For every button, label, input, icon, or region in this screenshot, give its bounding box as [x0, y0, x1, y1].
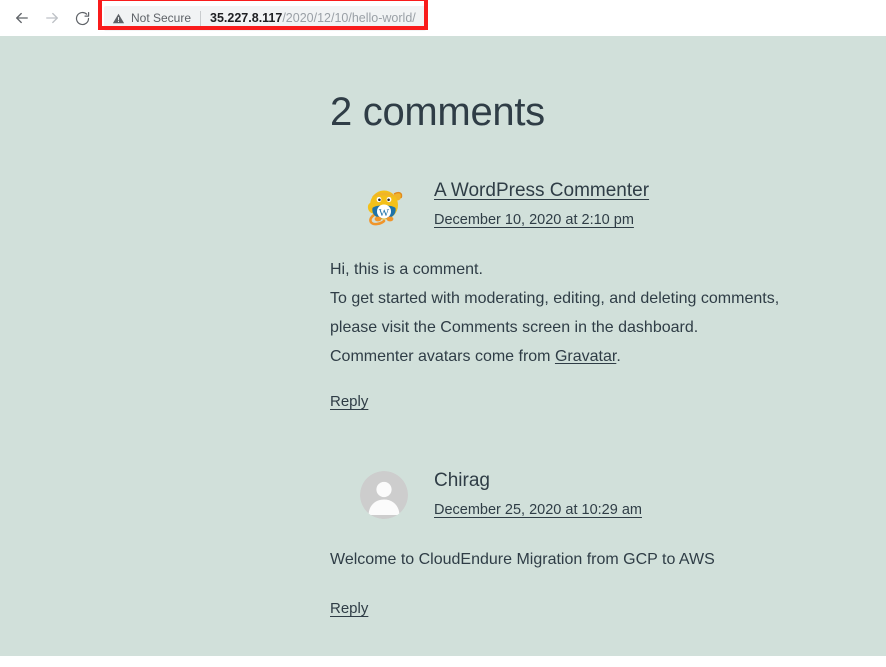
- navigation-buttons: [8, 4, 96, 32]
- reload-button[interactable]: [68, 4, 96, 32]
- security-status-label: Not Secure: [131, 11, 192, 25]
- comment-meta: Chirag December 25, 2020 at 10:29 am: [434, 469, 642, 519]
- comment-author-link[interactable]: A WordPress Commenter: [434, 180, 649, 202]
- comment-body-line: please visit the Comments screen in the …: [330, 319, 699, 336]
- comment-body: Hi, this is a comment. To get started wi…: [330, 255, 886, 371]
- omnibox-divider: [200, 10, 202, 26]
- address-bar-container: Not Secure 35.227.8.117/2020/12/10/hello…: [98, 0, 428, 31]
- comment-item: W A WordPress Commenter December 10, 202…: [330, 135, 886, 411]
- url-host: 35.227.8.117: [210, 11, 283, 25]
- comment-body-line: Welcome to CloudEndure Migration from GC…: [330, 551, 715, 568]
- reload-icon: [74, 10, 91, 27]
- back-button[interactable]: [8, 4, 36, 32]
- comment-body-tail: .: [616, 348, 621, 365]
- comments-area: 2 comments W A WordPress Commenter Decem…: [0, 36, 886, 618]
- comment-item: Chirag December 25, 2020 at 10:29 am Wel…: [330, 411, 886, 618]
- browser-toolbar: Not Secure 35.227.8.117/2020/12/10/hello…: [0, 0, 886, 36]
- comment-header: Chirag December 25, 2020 at 10:29 am: [330, 469, 886, 519]
- comment-date-link[interactable]: December 10, 2020 at 2:10 pm: [434, 212, 634, 228]
- reply-link[interactable]: Reply: [330, 600, 368, 617]
- reply-link[interactable]: Reply: [330, 393, 368, 410]
- comment-body-line: To get started with moderating, editing,…: [330, 290, 780, 307]
- comment-body-line: Hi, this is a comment.: [330, 261, 483, 278]
- url-text: 35.227.8.117/2020/12/10/hello-world/: [210, 11, 416, 25]
- comment-author-name: Chirag: [434, 470, 490, 491]
- arrow-right-icon: [43, 9, 61, 27]
- arrow-left-icon: [13, 9, 31, 27]
- url-path: /2020/12/10/hello-world/: [282, 11, 416, 25]
- wapuu-mascot-avatar: W: [360, 181, 408, 229]
- forward-button[interactable]: [38, 4, 66, 32]
- page-title: 2 comments: [330, 90, 545, 134]
- comment-body-text: Commenter avatars come from: [330, 348, 555, 365]
- warning-triangle-icon[interactable]: [112, 12, 125, 25]
- page-viewport: 2 comments W A WordPress Commenter Decem…: [0, 36, 886, 656]
- comment-meta: A WordPress Commenter December 10, 2020 …: [434, 179, 649, 229]
- comment-body: Welcome to CloudEndure Migration from GC…: [330, 545, 886, 574]
- address-bar[interactable]: Not Secure 35.227.8.117/2020/12/10/hello…: [104, 5, 426, 31]
- gravatar-link[interactable]: Gravatar: [555, 348, 616, 365]
- comment-body-line-with-link: Commenter avatars come from Gravatar.: [330, 342, 886, 371]
- comment-header: W A WordPress Commenter December 10, 202…: [330, 179, 886, 229]
- default-person-avatar: [360, 471, 408, 519]
- comment-date-link[interactable]: December 25, 2020 at 10:29 am: [434, 502, 642, 518]
